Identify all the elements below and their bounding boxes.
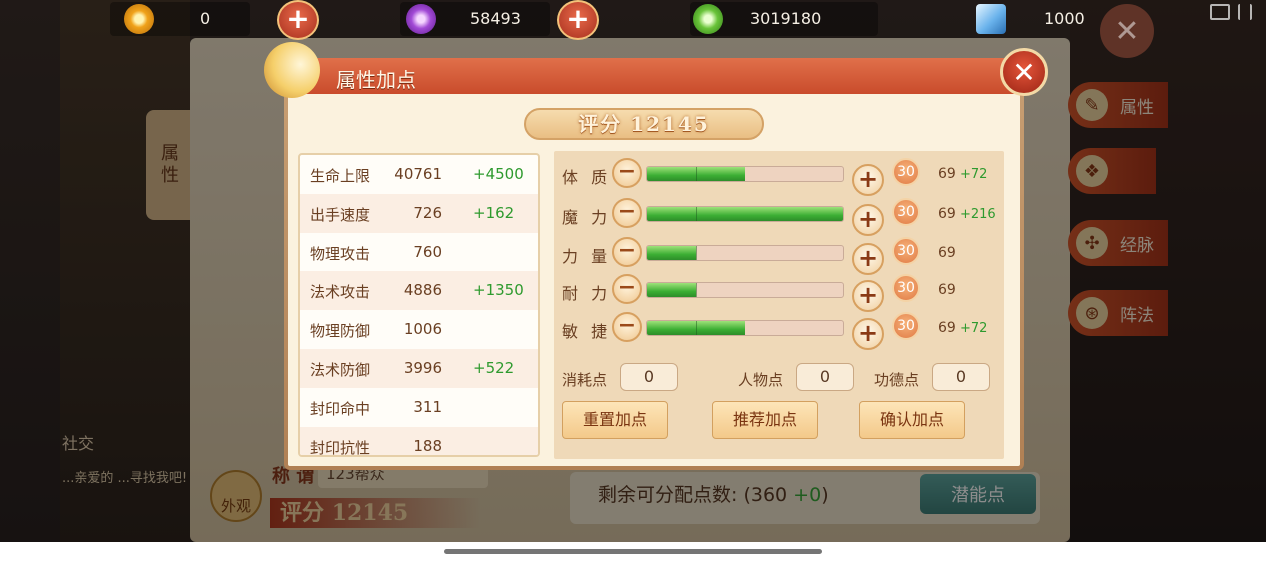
increase-button[interactable]: + — [852, 164, 884, 196]
confirm-points-button[interactable]: 确认加点 — [859, 401, 965, 439]
consumed-points-label: 消耗点 — [562, 371, 608, 389]
gold-coin-icon — [124, 4, 154, 34]
jade-coin-icon — [693, 4, 723, 34]
attribute-row-strength: 力 量 − + 30 69 — [554, 234, 1004, 275]
attribute-points-dialog: 属性加点 ✕ 评分 12145 生命上限 40761 +4500 出手速度 726… — [264, 42, 1048, 470]
currency-bar: 0 + 58493 + 3019180 1000 ✕ — [0, 0, 1266, 58]
diamond-icon — [976, 4, 1006, 34]
add-purple-button[interactable]: + — [557, 0, 599, 40]
attribute-slider[interactable] — [646, 320, 844, 336]
character-points-label: 人物点 — [738, 371, 784, 389]
stat-row: 法术防御 3996 +522 — [300, 349, 538, 388]
home-indicator[interactable] — [444, 549, 822, 554]
dialog-title: 属性加点 — [336, 68, 416, 92]
merit-points-value: 0 — [932, 363, 990, 391]
attribute-slider[interactable] — [646, 282, 844, 298]
increase-button[interactable]: + — [852, 280, 884, 312]
stat-row: 封印命中 311 — [310, 397, 442, 418]
add-gold-button[interactable]: + — [277, 0, 319, 40]
purple-gem-icon — [406, 4, 436, 34]
slider-fill — [647, 283, 696, 297]
score-text: 评分 12145 — [578, 112, 710, 136]
step-badge[interactable]: 30 — [892, 158, 920, 186]
slider-tick — [696, 321, 697, 335]
stat-row: 出手速度 726 +162 — [300, 193, 538, 233]
decrease-button[interactable]: − — [612, 237, 642, 267]
merit-points-label: 功德点 — [874, 371, 920, 389]
step-badge[interactable]: 30 — [892, 198, 920, 226]
game-screen: 属性 ✎ 属性 ❖ ✣ 经脉 ⊛ 阵法 剩余可分配点数: (360 +0) 潜能… — [0, 0, 1266, 542]
close-button[interactable]: ✕ — [1000, 48, 1048, 96]
stat-row: 物理攻击 760 — [310, 242, 442, 263]
slider-fill — [647, 207, 843, 221]
gold-value: 0 — [200, 9, 211, 28]
increase-button[interactable]: + — [852, 318, 884, 350]
slider-tick — [696, 207, 697, 221]
decrease-button[interactable]: − — [612, 158, 642, 188]
points-row: 消耗点 0 人物点 0 功德点 0 — [554, 363, 1004, 393]
moon-ornament-icon — [264, 42, 320, 98]
attribute-row-agility: 敏 捷 − + 30 69 +72 — [554, 309, 1004, 350]
attribute-slider[interactable] — [646, 166, 844, 182]
attribute-row-endurance: 耐 力 − + 30 69 — [554, 271, 1004, 312]
purple-value: 58493 — [470, 9, 521, 28]
stat-row: 法术攻击 4886 +1350 — [300, 271, 538, 311]
attribute-slider[interactable] — [646, 245, 844, 261]
stat-row: 封印抗性 188 — [300, 426, 538, 455]
slider-fill — [647, 246, 696, 260]
step-badge[interactable]: 30 — [892, 274, 920, 302]
score-banner: 评分 12145 — [524, 108, 764, 140]
attribute-slider[interactable] — [646, 206, 844, 222]
consumed-points-value: 0 — [620, 363, 678, 391]
slider-tick — [696, 283, 697, 297]
window-icon[interactable] — [1210, 4, 1230, 20]
slider-tick — [696, 167, 697, 181]
attribute-row-magic: 魔 力 − + 30 69 +216 — [554, 195, 1004, 236]
stat-row: 生命上限 40761 +4500 — [310, 165, 524, 185]
step-badge[interactable]: 30 — [892, 237, 920, 265]
character-points-value: 0 — [796, 363, 854, 391]
attribute-row-constitution: 体 质 − + 30 69 +72 — [554, 155, 1004, 196]
decrease-button[interactable]: − — [612, 198, 642, 228]
decrease-button[interactable]: − — [612, 312, 642, 342]
stats-table: 生命上限 40761 +4500 出手速度 726 +162 物理攻击 760 … — [298, 153, 540, 457]
recommend-points-button[interactable]: 推荐加点 — [712, 401, 818, 439]
stat-row: 物理防御 1006 — [310, 320, 442, 341]
reset-points-button[interactable]: 重置加点 — [562, 401, 668, 439]
diamond-value: 1000 — [1044, 9, 1085, 28]
step-badge[interactable]: 30 — [892, 312, 920, 340]
jade-value: 3019180 — [750, 9, 822, 28]
background-close-icon: ✕ — [1100, 4, 1154, 58]
slider-tick — [696, 246, 697, 260]
attribute-allocation-panel: 体 质 − + 30 69 +72 魔 力 − + 30 69 +216 力 量… — [554, 151, 1004, 459]
decrease-button[interactable]: − — [612, 274, 642, 304]
increase-button[interactable]: + — [852, 204, 884, 236]
pause-icon[interactable] — [1238, 4, 1252, 20]
